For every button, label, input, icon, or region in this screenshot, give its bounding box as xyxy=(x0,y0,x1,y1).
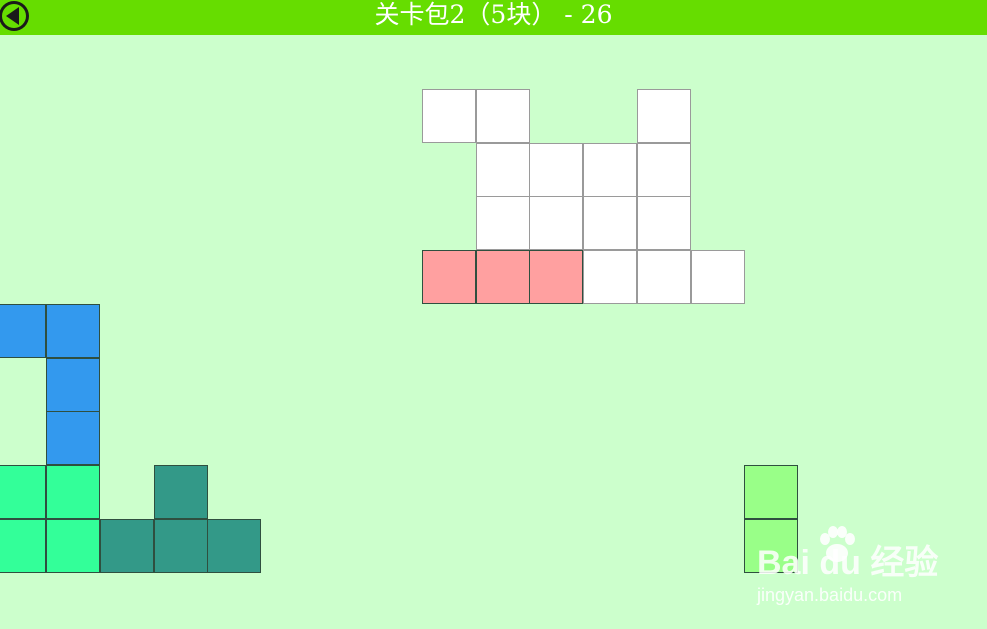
target-cell xyxy=(637,250,691,304)
green-piece-cell[interactable] xyxy=(46,465,100,519)
pink-piece-cell[interactable] xyxy=(476,250,530,304)
green-piece-cell[interactable] xyxy=(0,519,46,573)
target-cell xyxy=(583,196,637,250)
target-cell xyxy=(637,196,691,250)
target-cell xyxy=(583,143,637,197)
watermark: Bai du 经验 jingyan.baidu.com xyxy=(757,521,938,611)
target-cell xyxy=(422,89,476,143)
target-cell xyxy=(476,89,530,143)
target-cell xyxy=(691,250,745,304)
blue-piece-cell[interactable] xyxy=(46,411,100,465)
blue-piece-cell[interactable] xyxy=(0,304,46,358)
green-piece-cell[interactable] xyxy=(46,519,100,573)
target-cell xyxy=(637,89,691,143)
teal-piece-cell[interactable] xyxy=(154,519,208,573)
game-screen: 关卡包2（5块） - 26 Bai du 经验 jingyan.baidu.co… xyxy=(0,0,987,629)
green-piece-cell[interactable] xyxy=(0,465,46,519)
blue-piece-cell[interactable] xyxy=(46,304,100,358)
target-cell xyxy=(476,196,530,250)
pink-piece-cell[interactable] xyxy=(422,250,476,304)
paw-icon xyxy=(820,526,855,562)
teal-piece-cell[interactable] xyxy=(154,465,208,519)
watermark-url: jingyan.baidu.com xyxy=(757,585,903,605)
teal-piece-cell[interactable] xyxy=(100,519,154,573)
lightgreen-piece-cell[interactable] xyxy=(744,465,798,519)
target-cell xyxy=(476,143,530,197)
target-cell xyxy=(637,143,691,197)
target-cell xyxy=(529,196,583,250)
blue-piece-cell[interactable] xyxy=(46,358,100,412)
target-cell xyxy=(583,250,637,304)
teal-piece-cell[interactable] xyxy=(207,519,261,573)
pink-piece-cell[interactable] xyxy=(529,250,583,304)
target-cell xyxy=(529,143,583,197)
